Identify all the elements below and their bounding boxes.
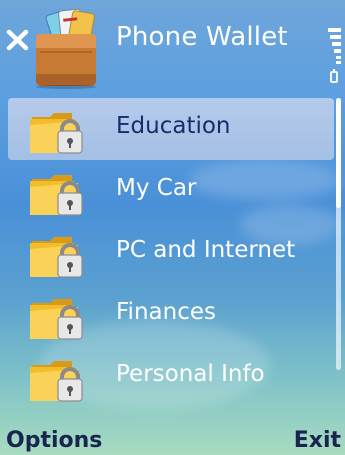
exit-softkey[interactable]: Exit	[294, 428, 341, 453]
locked-folder-icon	[30, 361, 83, 402]
close-icon[interactable]	[5, 27, 31, 53]
folder-list: Education My Car PC and Internet Finance…	[8, 98, 334, 408]
locked-folder-icon	[30, 237, 83, 278]
folder-label: Education	[116, 113, 231, 139]
folder-label: PC and Internet	[116, 237, 296, 263]
signal-strength-icon	[328, 28, 341, 83]
folder-label: Personal Info	[116, 361, 265, 387]
scrollbar[interactable]	[336, 98, 341, 370]
options-softkey[interactable]: Options	[6, 428, 102, 453]
folder-item-pc-and-internet[interactable]: PC and Internet	[8, 222, 334, 284]
locked-folder-icon	[30, 113, 83, 154]
scrollbar-thumb[interactable]	[336, 98, 341, 208]
folder-item-personal-info[interactable]: Personal Info	[8, 346, 334, 408]
folder-label: My Car	[116, 175, 197, 201]
folder-label: Finances	[116, 299, 216, 325]
locked-folder-icon	[30, 299, 83, 340]
folder-item-education[interactable]: Education	[8, 98, 334, 160]
header: Phone Wallet	[0, 0, 345, 92]
folder-item-finances[interactable]: Finances	[8, 284, 334, 346]
folder-item-my-car[interactable]: My Car	[8, 160, 334, 222]
app-title: Phone Wallet	[116, 22, 288, 52]
wallet-icon	[36, 8, 96, 89]
locked-folder-icon	[30, 175, 83, 216]
softkey-bar: Options Exit	[0, 425, 345, 455]
